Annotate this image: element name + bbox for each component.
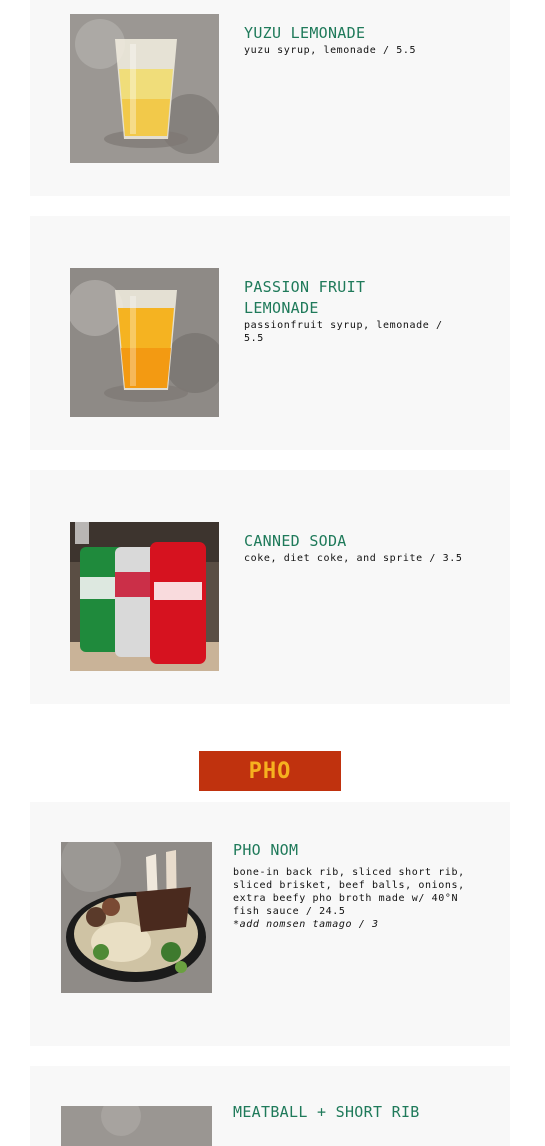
menu-item-card[interactable]: CANNED SODA coke, diet coke, and sprite … [30,470,510,704]
menu-item-card[interactable]: MEATBALL + SHORT RIB [30,1066,510,1146]
menu-item-title: PASSION FRUIT LEMONADE [244,278,366,317]
menu-item-description: yuzu syrup, lemonade / 5.5 [244,45,417,56]
menu-item-title: YUZU LEMONADE [244,24,366,42]
menu-item-addon-note: *add nomsen tamago / 3 [233,919,379,930]
section-heading-label: PHO [248,758,292,784]
menu-item-description: passionfruit syrup, lemonade / 5.5 [244,320,443,344]
menu-item-title: CANNED SODA [244,532,347,550]
section-heading-pho: PHO [199,751,341,791]
pho-nom-photo [61,842,212,993]
menu-item-card[interactable]: PASSION FRUIT LEMONADE passionfruit syru… [30,216,510,450]
passion-fruit-lemonade-photo [70,268,219,417]
meatball-short-rib-photo [61,1106,212,1146]
menu-item-title: MEATBALL + SHORT RIB [233,1103,420,1121]
menu-item-description: coke, diet coke, and sprite / 3.5 [244,553,463,564]
menu-item-description: bone-in back rib, sliced short rib, slic… [233,866,465,931]
menu-item-card[interactable]: PHO NOM bone-in back rib, sliced short r… [30,802,510,1046]
yuzu-lemonade-photo [70,14,219,163]
menu-item-description-text: bone-in back rib, sliced short rib, slic… [233,867,465,917]
canned-soda-photo [70,522,219,671]
menu-item-card[interactable]: YUZU LEMONADE yuzu syrup, lemonade / 5.5 [30,0,510,196]
menu-item-title: PHO NOM [233,841,299,859]
